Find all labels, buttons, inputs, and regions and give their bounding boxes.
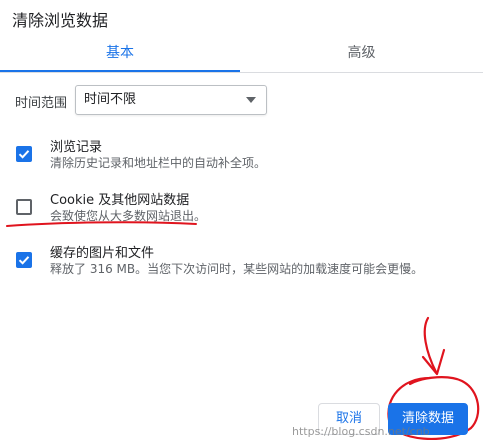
tab-basic[interactable]: 基本	[0, 42, 240, 72]
checkbox-history[interactable]	[16, 146, 32, 162]
item-desc-cookies: 会致使您从大多数网站退出。	[50, 209, 207, 223]
checkbox-cache[interactable]	[16, 252, 32, 268]
tabs-divider	[0, 72, 483, 73]
dialog-title: 清除浏览数据	[12, 11, 109, 30]
annotation-arrow-shaft	[423, 316, 438, 374]
item-desc-history: 清除历史记录和地址栏中的自动补全项。	[50, 156, 267, 170]
checkbox-cookies[interactable]	[16, 199, 32, 215]
checkmark-icon	[18, 150, 30, 159]
tab-bar: 基本 高级	[0, 42, 483, 72]
item-title-cache: 缓存的图片和文件	[50, 246, 155, 261]
time-range-label: 时间范围	[15, 96, 68, 111]
time-range-select[interactable]: 时间不限	[75, 85, 267, 115]
clear-browsing-data-dialog: 清除浏览数据 基本 高级 时间范围 时间不限 浏览记录 清除历史记录和地址栏中的…	[0, 0, 483, 448]
annotation-arrow-head	[421, 348, 446, 376]
time-range-value: 时间不限	[84, 92, 137, 107]
item-title-history: 浏览记录	[50, 140, 103, 155]
item-desc-cache: 释放了 316 MB。当您下次访问时，某些网站的加载速度可能会更慢。	[50, 262, 424, 276]
chevron-down-icon	[246, 97, 256, 103]
checkmark-icon	[18, 256, 30, 265]
tab-advanced[interactable]: 高级	[240, 42, 483, 72]
watermark-text: https://blog.csdn.net/cnb	[292, 425, 430, 438]
item-title-cookies: Cookie 及其他网站数据	[50, 193, 190, 208]
